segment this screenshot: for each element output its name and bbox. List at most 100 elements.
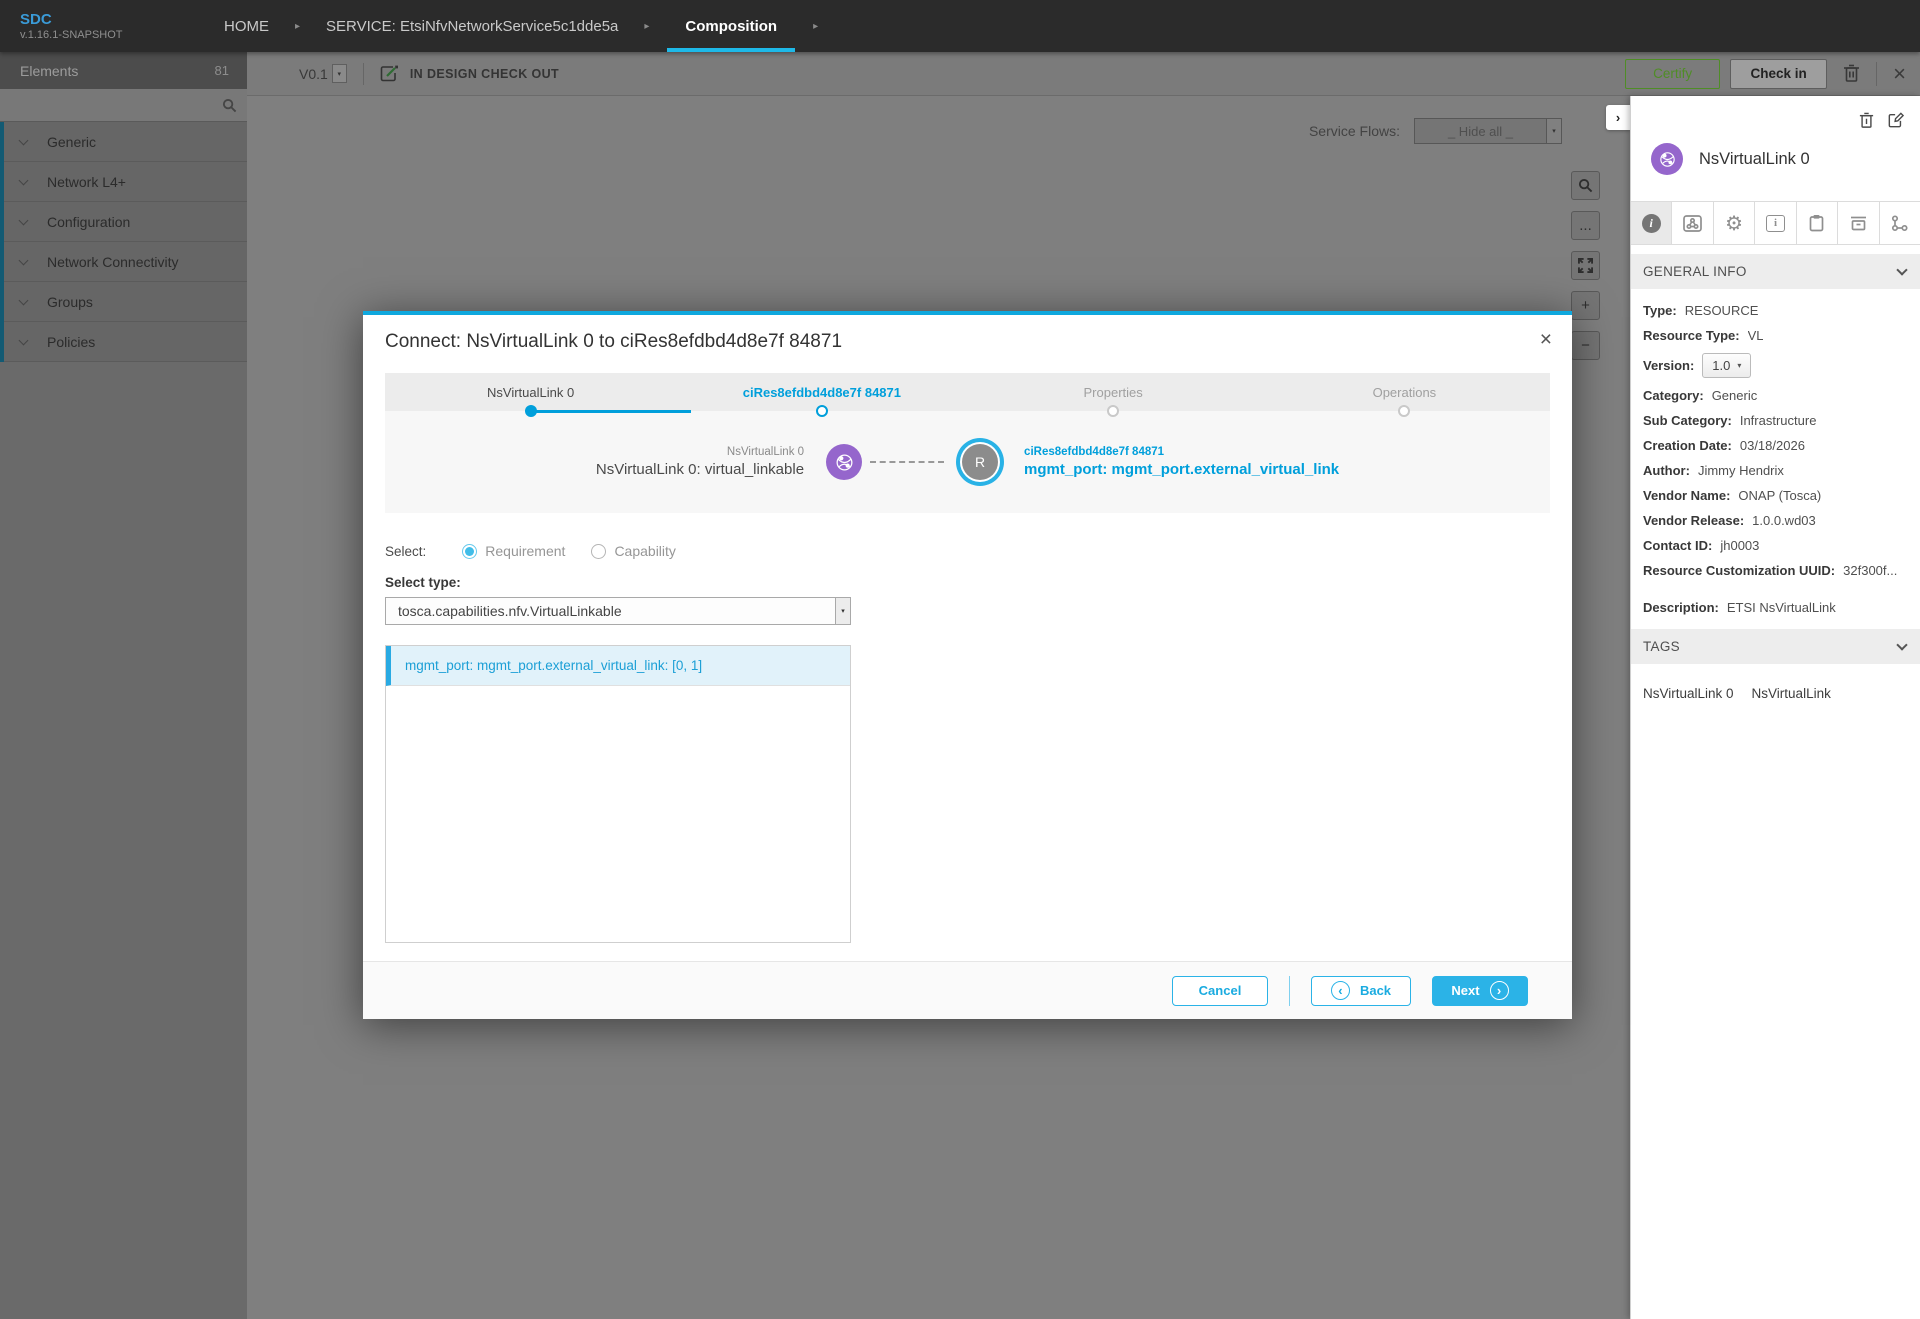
chevron-down-icon bbox=[19, 175, 29, 185]
panel-actions bbox=[1631, 96, 1920, 129]
connection-preview: NsVirtualLink 0 NsVirtualLink 0: virtual… bbox=[385, 411, 1550, 513]
field-value: ETSI NsVirtualLink bbox=[1727, 600, 1836, 615]
tab-settings[interactable]: ⚙ bbox=[1714, 202, 1755, 244]
target-name: ciRes8efdbd4d8e7f 84871 bbox=[1024, 446, 1339, 458]
sidebar-item-configuration[interactable]: Configuration bbox=[0, 202, 247, 242]
sidebar-item-groups[interactable]: Groups bbox=[0, 282, 247, 322]
next-button[interactable]: Next › bbox=[1432, 976, 1528, 1006]
delete-service-button[interactable] bbox=[1843, 64, 1860, 83]
tab-general-info[interactable]: i bbox=[1631, 202, 1672, 244]
radio-capability[interactable]: Capability bbox=[591, 543, 675, 559]
active-tab-underline bbox=[667, 48, 795, 52]
source-requirement: NsVirtualLink 0: virtual_linkable bbox=[596, 461, 804, 478]
search-icon bbox=[1578, 178, 1593, 193]
version-value: V0.1 bbox=[299, 66, 328, 82]
panel-collapse-button[interactable]: › bbox=[1606, 105, 1630, 130]
tab-composition[interactable]: Composition bbox=[667, 0, 795, 52]
general-info-section-header[interactable]: GENERAL INFO bbox=[1631, 254, 1920, 289]
elements-header: Elements 81 bbox=[0, 52, 247, 89]
sidebar-item-network-l4[interactable]: Network L4+ bbox=[0, 162, 247, 202]
service-flows-label: Service Flows: bbox=[1309, 123, 1400, 139]
canvas-search-button[interactable] bbox=[1571, 171, 1600, 200]
select-mode-row: Select: Requirement Capability bbox=[385, 543, 1550, 559]
field-resource-customization-uuid: Resource Customization UUID: 32f300f... bbox=[1643, 563, 1908, 578]
vl-node-icon bbox=[1651, 143, 1683, 175]
source-node vl-node-icon bbox=[826, 444, 862, 480]
chevron-down-icon: ▾ bbox=[835, 598, 850, 624]
breadcrumb-separator-icon: ▸ bbox=[295, 21, 300, 32]
close-composition-button[interactable]: × bbox=[1893, 63, 1906, 85]
divider bbox=[363, 63, 364, 85]
chevron-down-icon bbox=[19, 215, 29, 225]
elements-count: 81 bbox=[215, 63, 229, 78]
cancel-button[interactable]: Cancel bbox=[1172, 976, 1268, 1006]
service-flows-select[interactable]: _ Hide all _ ▾ bbox=[1414, 118, 1562, 144]
breadcrumb-service[interactable]: SERVICE: EtsiNfvNetworkService5c1dde5a bbox=[318, 0, 626, 52]
breadcrumb-separator-icon: ▸ bbox=[644, 21, 649, 32]
field-label: Type: bbox=[1643, 303, 1677, 318]
zoom-in-button[interactable]: + bbox=[1571, 291, 1600, 320]
field-label: Creation Date: bbox=[1643, 438, 1732, 453]
breadcrumb-separator-icon: ▸ bbox=[813, 21, 818, 32]
sidebar-item-network-connectivity[interactable]: Network Connectivity bbox=[0, 242, 247, 282]
delete-component-button trash-icon[interactable] bbox=[1859, 112, 1874, 129]
tab-information-artifacts[interactable]: i bbox=[1755, 202, 1796, 244]
tab-requirements-capabilities[interactable] bbox=[1880, 202, 1920, 244]
list-item[interactable]: mgmt_port: mgmt_port.external_virtual_li… bbox=[386, 646, 850, 686]
type-select[interactable]: tosca.capabilities.nfv.VirtualLinkable ▾ bbox=[385, 597, 851, 625]
radio-requirement[interactable]: Requirement bbox=[462, 543, 565, 559]
checkout-pencil-icon bbox=[378, 63, 400, 85]
sidebar-item-generic[interactable]: Generic bbox=[0, 122, 247, 162]
field-vendor-release: Vendor Release: 1.0.0.wd03 bbox=[1643, 513, 1908, 528]
requirement-list: mgmt_port: mgmt_port.external_virtual_li… bbox=[385, 645, 851, 943]
field-label: Category: bbox=[1643, 388, 1704, 403]
canvas-more-button[interactable]: ... bbox=[1571, 211, 1600, 240]
edit-component-button edit-icon[interactable] bbox=[1888, 112, 1904, 128]
elements-search[interactable] bbox=[0, 89, 247, 122]
expand-icon bbox=[1578, 258, 1593, 273]
modal-title: Connect: NsVirtualLink 0 to ciRes8efdbd4… bbox=[385, 331, 1550, 353]
step-dot-current bbox=[816, 405, 828, 417]
version-select[interactable]: 1.0 ▾ bbox=[1702, 353, 1751, 378]
back-button-label: Back bbox=[1360, 983, 1391, 998]
modal-close-button close-icon[interactable]: × bbox=[1540, 329, 1552, 350]
tag-item: NsVirtualLink bbox=[1752, 686, 1831, 701]
target-capability: mgmt_port: mgmt_port.external_virtual_li… bbox=[1024, 461, 1339, 478]
tab-deployment-artifacts[interactable] bbox=[1797, 202, 1838, 244]
breadcrumb-home[interactable]: HOME bbox=[216, 0, 277, 52]
field-label: Description: bbox=[1643, 600, 1719, 615]
certify-button[interactable]: Certify bbox=[1625, 59, 1720, 89]
canvas-fit-button[interactable] bbox=[1571, 251, 1600, 280]
field-label: Sub Category: bbox=[1643, 413, 1732, 428]
category-label: Generic bbox=[47, 134, 96, 150]
zoom-out-button[interactable]: − bbox=[1571, 331, 1600, 360]
target-node requirement-badge: R bbox=[962, 444, 998, 480]
chevron-down-icon bbox=[19, 255, 29, 265]
back-button[interactable]: ‹ Back bbox=[1311, 976, 1411, 1006]
field-author: Author: Jimmy Hendrix bbox=[1643, 463, 1908, 478]
field-sub-category: Sub Category: Infrastructure bbox=[1643, 413, 1908, 428]
check-in-button[interactable]: Check in bbox=[1730, 59, 1827, 89]
tab-composition-label: Composition bbox=[685, 18, 777, 35]
tag-item: NsVirtualLink 0 bbox=[1643, 686, 1734, 701]
field-value: Generic bbox=[1712, 388, 1758, 403]
sidebar-item-policies[interactable]: Policies bbox=[0, 322, 247, 362]
field-label: Contact ID: bbox=[1643, 538, 1712, 553]
divider bbox=[1876, 62, 1877, 86]
tags-section-header[interactable]: TAGS bbox=[1631, 629, 1920, 664]
service-flows-value: _ Hide all _ bbox=[1415, 124, 1546, 139]
chevron-down-icon bbox=[1896, 639, 1907, 650]
tab-composition-structure[interactable] bbox=[1672, 202, 1713, 244]
field-label: Resource Customization UUID: bbox=[1643, 563, 1835, 578]
modal-body: Select: Requirement Capability Select ty… bbox=[363, 543, 1572, 943]
chevron-down-icon: ▾ bbox=[1546, 119, 1561, 143]
search-input[interactable] bbox=[10, 98, 222, 113]
elements-title: Elements bbox=[20, 63, 78, 79]
top-header: SDC v.1.16.1-SNAPSHOT HOME ▸ SERVICE: Et… bbox=[0, 0, 1920, 52]
search-icon bbox=[222, 98, 237, 113]
tab-api-artifacts[interactable] bbox=[1838, 202, 1879, 244]
field-category: Category: Generic bbox=[1643, 388, 1908, 403]
tags-list: NsVirtualLink 0 NsVirtualLink bbox=[1631, 664, 1920, 701]
gear-icon: ⚙ bbox=[1725, 213, 1743, 233]
version-dropdown-button[interactable]: ▾ bbox=[332, 64, 347, 83]
